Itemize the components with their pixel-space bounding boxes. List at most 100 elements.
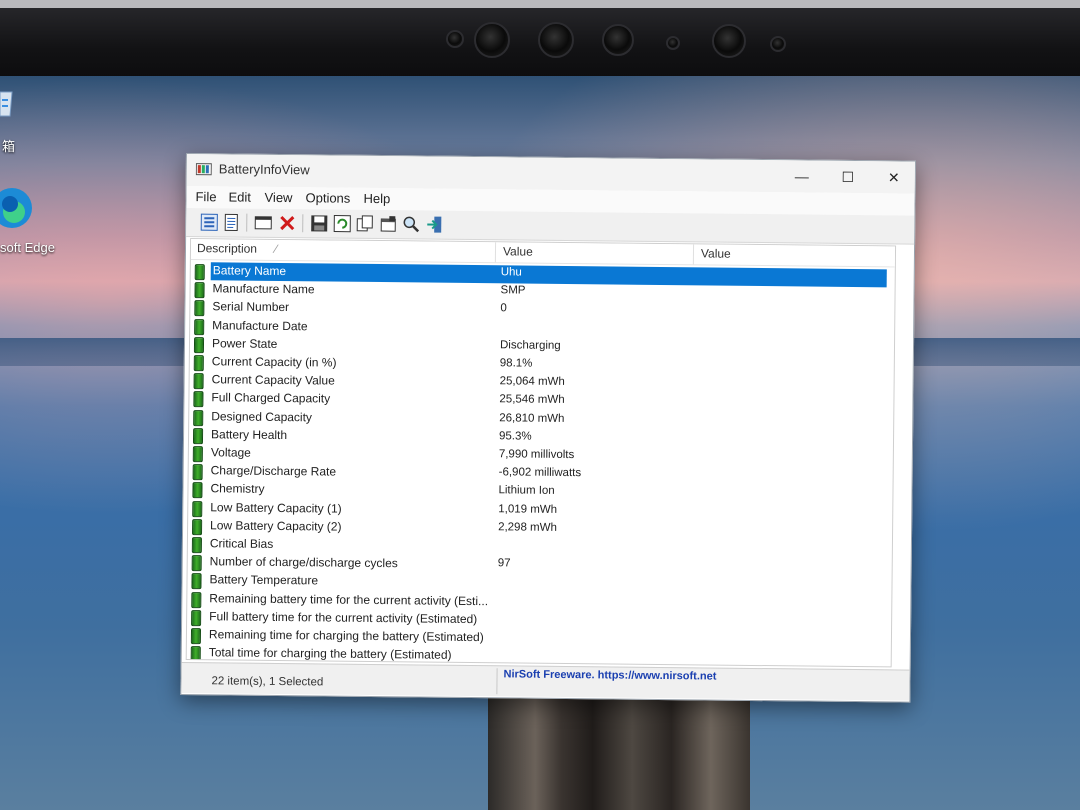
item-description: Charge/Discharge Rate	[210, 463, 337, 479]
item-description: Designed Capacity	[211, 408, 313, 424]
app-icon	[195, 163, 212, 176]
properties-icon[interactable]	[200, 213, 218, 231]
item-description: Current Capacity (in %)	[211, 354, 337, 370]
battery-icon	[194, 318, 205, 335]
item-value: 25,064 mWh	[499, 375, 565, 389]
maximize-button[interactable]: ☐	[825, 161, 871, 193]
item-description: Critical Bias	[209, 536, 274, 551]
exit-icon[interactable]	[425, 216, 443, 234]
battery-icon	[193, 373, 204, 390]
bezel-edge	[0, 0, 1080, 8]
camera-led-icon	[666, 36, 680, 50]
battery-icon	[193, 336, 205, 353]
edge-icon[interactable]	[0, 186, 34, 230]
battery-icon	[194, 264, 205, 281]
battery-icon	[190, 646, 201, 663]
battery-info-list[interactable]: Description ⁄ Value Value Battery Name Uh…	[185, 238, 897, 668]
battery-icon	[192, 464, 203, 481]
status-divider	[496, 668, 498, 695]
minimize-button[interactable]: —	[779, 160, 825, 192]
status-item-count: 22 item(s), 1 Selected	[211, 675, 324, 689]
close-button[interactable]: ✕	[871, 161, 917, 193]
item-value: Discharging	[499, 339, 561, 352]
status-bar: 22 item(s), 1 Selected NirSoft Freeware.…	[181, 661, 910, 701]
batteryinfoview-window: BatteryInfoView — ☐ ✕ File Edit View Opt…	[180, 153, 916, 703]
properties-list-icon[interactable]	[222, 213, 240, 232]
toolbar-separator	[302, 214, 304, 233]
menu-file[interactable]: File	[195, 189, 216, 204]
battery-icon	[194, 282, 205, 299]
menu-edit[interactable]: Edit	[228, 189, 251, 204]
item-value: 2,298 mWh	[498, 521, 557, 534]
item-description: Voltage	[210, 445, 251, 460]
camera-sensor-icon	[770, 36, 786, 52]
item-description: Current Capacity Value	[211, 372, 335, 388]
menu-options[interactable]: Options	[305, 190, 350, 205]
item-value: 26,810 mWh	[499, 411, 565, 425]
battery-icon	[190, 628, 202, 645]
item-description: Full battery time for the current activi…	[209, 609, 478, 626]
copy-icon[interactable]	[356, 215, 374, 233]
recycle-bin-icon[interactable]	[0, 86, 14, 120]
item-value: SMP	[500, 284, 526, 297]
item-description: Power State	[211, 336, 278, 351]
item-value: 98.1%	[499, 357, 533, 370]
menu-help[interactable]: Help	[363, 191, 390, 206]
item-value: 25,546 mWh	[499, 393, 565, 407]
battery-icon	[192, 518, 203, 535]
battery-icon	[191, 573, 202, 590]
desktop-icon-label: 箱	[2, 139, 16, 154]
nirsoft-link[interactable]: NirSoft Freeware. https://www.nirsoft.ne…	[503, 668, 716, 682]
save-icon[interactable]	[310, 214, 328, 232]
find-icon[interactable]	[402, 215, 420, 233]
item-description: Manufacture Name	[212, 281, 315, 297]
item-value: -6,902 milliwatts	[498, 466, 582, 480]
item-description: Remaining time for charging the battery …	[208, 627, 484, 645]
item-value: Uhu	[500, 266, 522, 279]
battery-icon	[194, 300, 205, 317]
battery-icon	[193, 391, 204, 408]
column-divider[interactable]	[692, 244, 695, 265]
item-description: Full Charged Capacity	[211, 390, 331, 406]
battery-icon	[193, 355, 204, 372]
item-value: 7,990 millivolts	[498, 448, 575, 462]
battery-icon	[191, 555, 202, 572]
item-value: 1,019 mWh	[498, 502, 558, 516]
desktop-icon-label: soft Edge	[0, 240, 55, 255]
item-value: 97	[497, 557, 511, 570]
battery-icon	[191, 591, 202, 608]
item-description: Low Battery Capacity (1)	[210, 499, 342, 516]
item-description: Battery Temperature	[209, 572, 319, 588]
battery-icon	[191, 609, 202, 626]
camera-lens-icon	[474, 22, 510, 58]
column-header-value[interactable]: Value	[503, 244, 533, 262]
column-divider[interactable]	[494, 242, 497, 263]
window-icon[interactable]	[254, 214, 272, 232]
camera-lens-icon	[712, 24, 746, 58]
menu-view[interactable]: View	[264, 190, 292, 205]
refresh-icon[interactable]	[333, 215, 351, 233]
camera-sensor-icon	[446, 30, 464, 48]
window-title: BatteryInfoView	[218, 161, 310, 178]
camera-lens-icon	[538, 22, 574, 58]
battery-icon	[192, 482, 203, 499]
html-report-icon[interactable]	[379, 215, 397, 233]
item-value: 95.3%	[498, 430, 532, 443]
item-description: Serial Number	[212, 299, 290, 315]
toolbar-separator	[246, 213, 248, 232]
column-header-value-2[interactable]: Value	[701, 246, 731, 264]
item-description: Battery Health	[210, 427, 288, 442]
laptop-bezel	[0, 0, 1080, 82]
sort-indicator-icon: ⁄	[274, 241, 278, 256]
column-header-description[interactable]: Description	[197, 241, 257, 260]
item-value: 0	[500, 302, 507, 315]
delete-icon[interactable]	[278, 214, 296, 232]
item-description: Remaining battery time for the current a…	[209, 590, 489, 608]
camera-ir-icon	[602, 24, 634, 56]
battery-icon	[192, 427, 204, 444]
battery-icon	[192, 500, 203, 517]
item-description: Chemistry	[210, 481, 265, 497]
item-description: Total time for charging the battery (Est…	[208, 645, 452, 662]
item-description: Manufacture Date	[212, 317, 308, 333]
item-description: Low Battery Capacity (2)	[210, 518, 342, 534]
